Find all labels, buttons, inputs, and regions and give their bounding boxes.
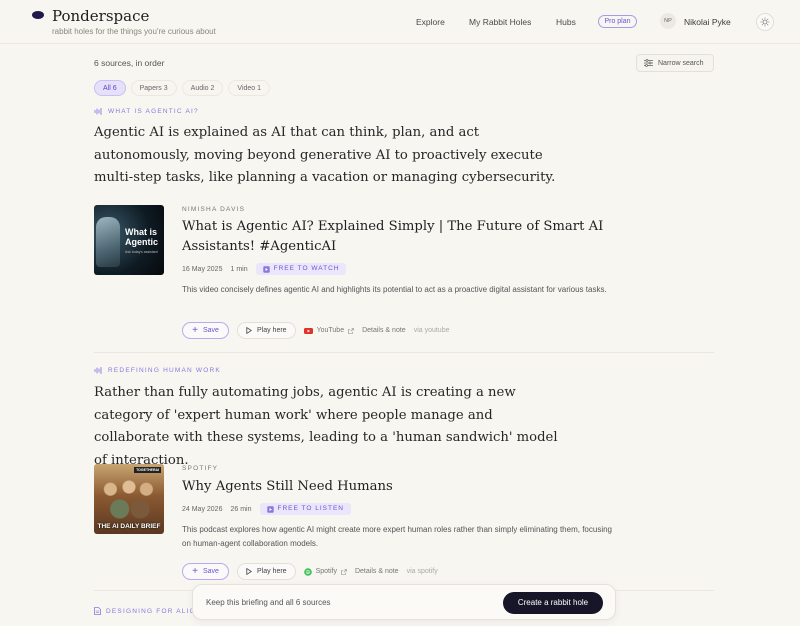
- source-actions: + Save Play here YouTube Details & note …: [182, 322, 450, 339]
- source-title[interactable]: Why Agents Still Need Humans: [182, 477, 662, 497]
- app-tagline: rabbit holes for the things you're curio…: [52, 27, 216, 36]
- play-here-button[interactable]: Play here: [237, 322, 296, 339]
- free-badge-label: FREE TO LISTEN: [277, 505, 344, 512]
- document-icon: [94, 607, 101, 615]
- user-name[interactable]: Nikolai Pyke: [684, 17, 731, 27]
- section-label: WHAT IS AGENTIC AI?: [94, 108, 199, 115]
- sun-icon: [760, 17, 770, 27]
- source-duration: 1 min: [230, 265, 248, 273]
- podcast-artwork: [98, 476, 160, 520]
- play-label: Play here: [257, 327, 287, 334]
- section-label-text: REDEFINING HUMAN WORK: [108, 367, 221, 374]
- tab-all[interactable]: All 6: [94, 80, 126, 96]
- source-date: 24 May 2026: [182, 505, 223, 513]
- sources-count: 6 sources, in order: [94, 58, 165, 68]
- robot-image: [96, 217, 120, 267]
- plus-icon: +: [192, 565, 198, 577]
- save-label: Save: [202, 568, 219, 575]
- via-label: via spotify: [406, 568, 438, 575]
- source-date: 16 May 2025: [182, 265, 223, 273]
- source-author: SPOTIFY: [182, 465, 219, 472]
- thumbnail-title: What is Agentic: [125, 227, 159, 247]
- youtube-link[interactable]: YouTube: [303, 327, 355, 334]
- top-header: Ponderspace rabbit holes for the things …: [0, 0, 800, 44]
- nav-my-rabbit-holes[interactable]: My Rabbit Holes: [469, 17, 531, 27]
- section-label: REDEFINING HUMAN WORK: [94, 367, 221, 374]
- narrow-search-label: Narrow search: [658, 59, 704, 67]
- source-meta: 16 May 2025 1 min FREE TO WATCH: [182, 263, 347, 275]
- audio-wave-icon: [94, 367, 102, 374]
- tab-papers[interactable]: Papers 3: [130, 80, 177, 96]
- section-divider: [94, 352, 714, 353]
- save-briefing-bar: Keep this briefing and all 6 sources Cre…: [192, 584, 616, 620]
- avatar[interactable]: NP: [660, 13, 676, 29]
- play-square-icon: [262, 265, 270, 273]
- create-rabbit-hole-button[interactable]: Create a rabbit hole: [503, 592, 603, 614]
- source-title[interactable]: What is Agentic AI? Explained Simply | T…: [182, 217, 662, 256]
- nav-explore[interactable]: Explore: [416, 17, 445, 27]
- tab-video[interactable]: Video 1: [228, 80, 271, 96]
- play-label: Play here: [257, 568, 287, 575]
- spotify-icon: [303, 567, 312, 576]
- play-icon: [246, 327, 252, 334]
- details-note-link[interactable]: Details & note: [362, 327, 406, 334]
- tab-audio[interactable]: Audio 2: [181, 80, 224, 96]
- pro-plan-badge[interactable]: Pro plan: [598, 15, 637, 28]
- source-actions: + Save Play here Spotify Details & note …: [182, 563, 438, 580]
- theme-toggle-button[interactable]: [756, 13, 774, 31]
- filter-tabs: All 6 Papers 3 Audio 2 Video 1: [94, 80, 271, 96]
- video-thumbnail[interactable]: What is Agentic Ask today's assistant: [94, 205, 164, 275]
- save-button[interactable]: + Save: [182, 322, 229, 339]
- save-briefing-text: Keep this briefing and all 6 sources: [206, 598, 331, 607]
- source-meta: 24 May 2026 26 min FREE TO LISTEN: [182, 503, 351, 515]
- youtube-label: YouTube: [316, 327, 345, 334]
- narrow-search-button[interactable]: Narrow search: [636, 54, 714, 72]
- logo-icon: [32, 11, 44, 19]
- filter-icon: [644, 59, 653, 67]
- free-badge-label: FREE TO WATCH: [273, 265, 340, 272]
- details-note-link[interactable]: Details & note: [355, 568, 399, 575]
- save-label: Save: [202, 327, 219, 334]
- youtube-icon: [303, 327, 313, 334]
- external-link-icon: [341, 568, 347, 575]
- audio-wave-icon: [94, 108, 102, 115]
- source-author: NIMISHA DAVIS: [182, 206, 246, 213]
- thumbnail-title: THE AI DAILY BRIEF: [97, 523, 161, 530]
- section-label-text: DESIGNING FOR ALIG: [106, 607, 196, 615]
- claim-text: Rather than fully automating jobs, agent…: [94, 385, 558, 468]
- plus-icon: +: [192, 324, 198, 336]
- thumbnail-brand: TOGETHERAI: [134, 467, 161, 473]
- nav-hubs[interactable]: Hubs: [556, 17, 576, 27]
- via-label: via youtube: [413, 327, 450, 334]
- free-badge: FREE TO WATCH: [255, 263, 347, 275]
- play-square-icon: [266, 505, 274, 513]
- play-here-button[interactable]: Play here: [237, 563, 296, 580]
- source-duration: 26 min: [230, 505, 252, 513]
- app-logo[interactable]: Ponderspace: [52, 7, 149, 25]
- save-button[interactable]: + Save: [182, 563, 229, 580]
- external-link-icon: [348, 327, 354, 334]
- source-description: This video concisely defines agentic AI …: [182, 285, 607, 294]
- spotify-link[interactable]: Spotify: [303, 567, 347, 576]
- free-badge: FREE TO LISTEN: [259, 503, 351, 515]
- spotify-label: Spotify: [315, 568, 337, 575]
- section-label-text: WHAT IS AGENTIC AI?: [108, 108, 199, 115]
- play-icon: [246, 568, 252, 575]
- section-label: DESIGNING FOR ALIG: [94, 607, 196, 615]
- thumbnail-subtitle: Ask today's assistant: [125, 250, 158, 254]
- source-description: This podcast explores how agentic AI mig…: [182, 525, 612, 548]
- claim-text: Agentic AI is explained as AI that can t…: [94, 125, 556, 185]
- podcast-thumbnail[interactable]: TOGETHERAI THE AI DAILY BRIEF: [94, 464, 164, 534]
